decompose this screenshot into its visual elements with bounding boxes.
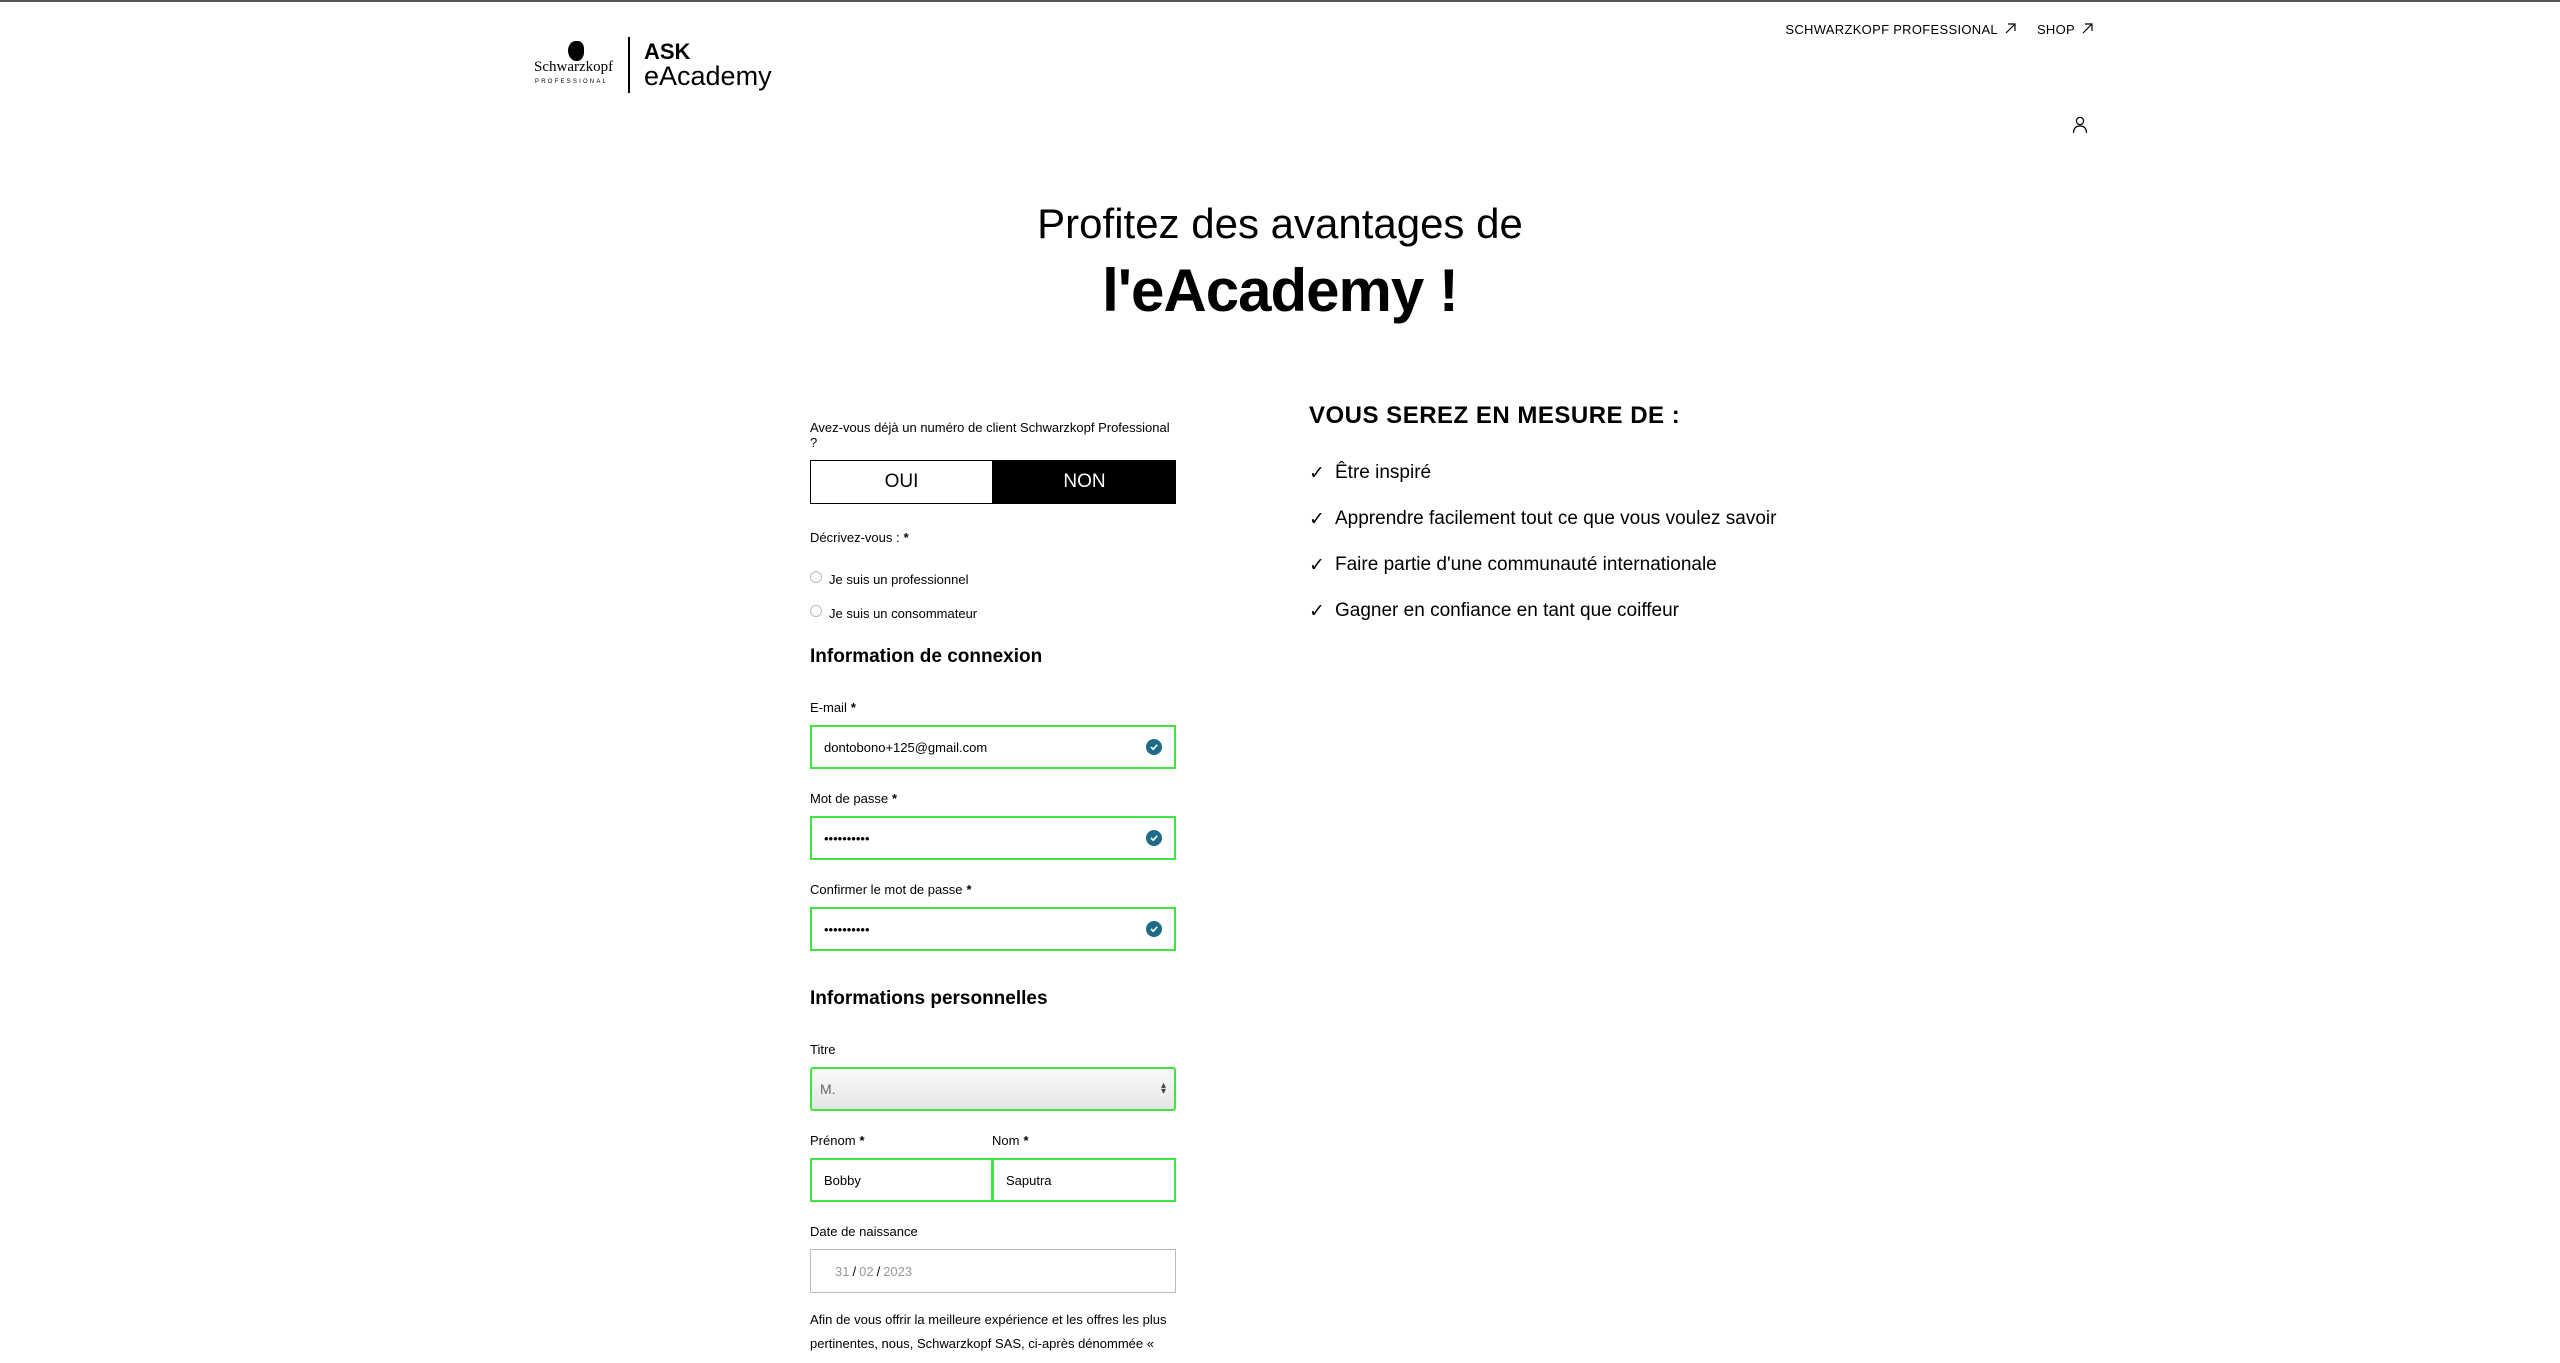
email-field[interactable]: dontobono+125@gmail.com — [810, 725, 1176, 769]
title-select-value: M. — [820, 1081, 836, 1097]
describe-label-text: Décrivez-vous : — [810, 530, 900, 545]
confirm-password-label: Confirmer le mot de passe * — [810, 882, 972, 897]
password-label: Mot de passe * — [810, 791, 897, 806]
lastname-field[interactable]: Saputra — [992, 1158, 1176, 1202]
password-field[interactable]: •••••••••• — [810, 816, 1176, 860]
benefit-item: ✓ Être inspiré — [1309, 450, 1909, 496]
valid-check-icon — [1146, 739, 1162, 755]
benefit-item: ✓ Faire partie d'une communauté internati… — [1309, 542, 1909, 588]
shop-link[interactable]: SHOP — [2037, 22, 2094, 37]
toggle-no-button[interactable]: NON — [993, 460, 1176, 504]
benefit-item: ✓ Apprendre facilement tout ce que vous v… — [1309, 496, 1909, 542]
benefits-panel: VOUS SEREZ EN MESURE DE : ✓ Être inspiré … — [1309, 402, 1909, 634]
client-number-question: Avez-vous déjà un numéro de client Schwa… — [810, 420, 1170, 450]
password-value: •••••••••• — [824, 830, 870, 846]
ask-text: ASK — [644, 38, 691, 64]
ask-eacademy-logo[interactable]: Schwarzkopf PROFESSIONAL ASK eAcademy — [534, 36, 772, 94]
login-section-heading: Information de connexion — [810, 646, 1043, 667]
select-arrows-icon: ▴ ▾ — [1160, 1080, 1166, 1097]
email-label: E-mail * — [810, 700, 856, 715]
firstname-label-text: Prénom — [810, 1133, 856, 1148]
confirm-password-label-text: Confirmer le mot de passe — [810, 882, 963, 897]
radio-circle[interactable] — [810, 570, 822, 583]
radio-circle[interactable] — [810, 604, 822, 617]
lastname-value: Saputra — [1006, 1172, 1052, 1188]
title-label: Titre — [810, 1042, 836, 1057]
required-mark: * — [1023, 1133, 1029, 1148]
external-arrow-icon — [2005, 23, 2016, 34]
birth-day[interactable]: 31 — [835, 1264, 849, 1279]
user-account-icon[interactable] — [2072, 116, 2088, 134]
toggle-yes-button[interactable]: OUI — [810, 460, 993, 504]
email-label-text: E-mail — [810, 700, 847, 715]
schwarzkopf-professional-link[interactable]: SCHWARZKOPF PROFESSIONAL — [1785, 22, 2017, 37]
required-mark: * — [892, 791, 898, 806]
personal-section-heading: Informations personnelles — [810, 988, 1048, 1009]
radio-professional-label: Je suis un professionnel — [829, 572, 969, 587]
benefits-title: VOUS SEREZ EN MESURE DE : — [1309, 402, 1681, 429]
lastname-label: Nom * — [992, 1133, 1029, 1148]
checkmark-icon: ✓ — [1309, 462, 1325, 484]
schwarzkopf-wordmark: Schwarzkopf — [534, 59, 614, 75]
external-arrow-icon — [2082, 23, 2093, 34]
password-label-text: Mot de passe — [810, 791, 889, 806]
valid-check-icon — [1146, 830, 1162, 846]
lastname-label-text: Nom — [992, 1133, 1020, 1148]
required-mark: * — [966, 882, 972, 897]
firstname-label: Prénom * — [810, 1133, 865, 1148]
logo-divider — [628, 37, 630, 93]
describe-label: Décrivez-vous : * — [810, 530, 909, 545]
required-mark: * — [903, 530, 909, 545]
benefit-item: ✓ Gagner en confiance en tant que coiffeu… — [1309, 588, 1909, 634]
birthdate-field[interactable]: 31/ 02/ 2023 — [810, 1249, 1176, 1293]
required-mark: * — [850, 700, 856, 715]
benefits-list: ✓ Être inspiré ✓ Apprendre facilement tout… — [1309, 450, 1909, 634]
eacademy-text: eAcademy — [644, 60, 772, 91]
schwarzkopf-professional-link-label: SCHWARZKOPF PROFESSIONAL — [1785, 22, 1998, 37]
professional-wordmark: PROFESSIONAL — [535, 79, 609, 85]
benefit-text: Être inspiré — [1335, 462, 1432, 483]
top-nav: SCHWARZKOPF PROFESSIONAL SHOP — [1785, 22, 2094, 37]
hero-title: l'eAcademy ! — [1102, 257, 1459, 324]
ask-eacademy-wordmark: ASK eAcademy — [644, 38, 772, 91]
birthdate-label: Date de naissance — [810, 1224, 918, 1239]
radio-professional[interactable]: Je suis un professionnel — [810, 570, 969, 587]
schwarzkopf-head-icon — [568, 41, 584, 61]
required-mark: * — [859, 1133, 865, 1148]
hero-subtitle: Profitez des avantages de — [1037, 200, 1523, 247]
radio-consumer[interactable]: Je suis un consommateur — [810, 604, 978, 621]
confirm-password-value: •••••••••• — [824, 921, 870, 937]
benefit-text: Faire partie d'une communauté internatio… — [1335, 554, 1717, 575]
firstname-value: Bobby — [824, 1172, 861, 1188]
checkmark-icon: ✓ — [1309, 600, 1325, 622]
email-value: dontobono+125@gmail.com — [824, 739, 988, 755]
client-number-toggle: OUI NON — [810, 460, 1176, 504]
birth-month[interactable]: 02 — [859, 1264, 873, 1279]
checkmark-icon: ✓ — [1309, 554, 1325, 576]
top-border — [0, 0, 2560, 2]
benefit-text: Apprendre facilement tout ce que vous vo… — [1335, 508, 1777, 529]
firstname-field[interactable]: Bobby — [810, 1158, 993, 1202]
valid-check-icon — [1146, 921, 1162, 937]
shop-link-label: SHOP — [2036, 22, 2075, 37]
radio-consumer-label: Je suis un consommateur — [829, 606, 978, 621]
confirm-password-field[interactable]: •••••••••• — [810, 907, 1176, 951]
schwarzkopf-logo: Schwarzkopf PROFESSIONAL — [534, 41, 620, 89]
checkmark-icon: ✓ — [1309, 508, 1325, 530]
privacy-text: Afin de vous offrir la meilleure expérie… — [810, 1312, 1167, 1351]
title-select[interactable]: M. ▴ ▾ — [810, 1067, 1176, 1111]
birth-year[interactable]: 2023 — [883, 1264, 912, 1279]
benefit-text: Gagner en confiance en tant que coiffeur — [1335, 600, 1680, 621]
